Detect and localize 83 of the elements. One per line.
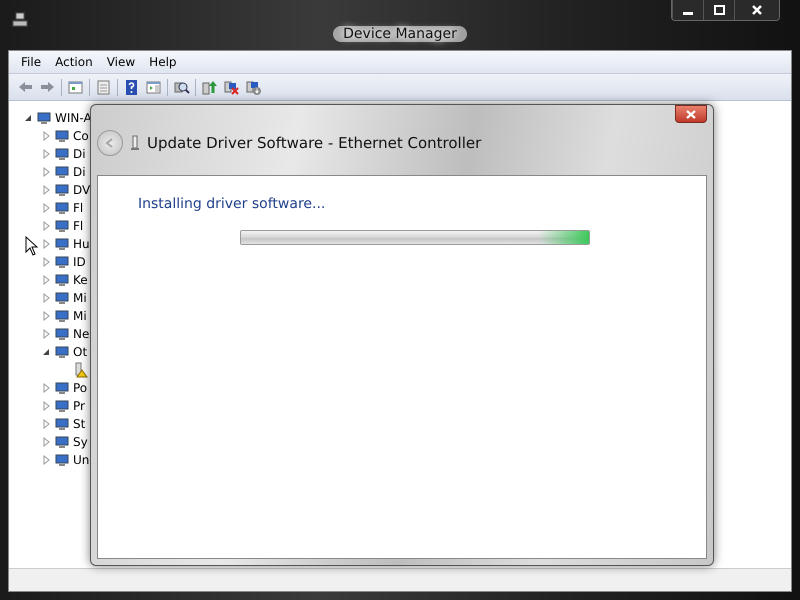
tree-item[interactable]: DV xyxy=(73,183,90,197)
menu-item[interactable]: Help xyxy=(143,54,183,70)
device-icon xyxy=(54,398,70,414)
tree-item[interactable]: St xyxy=(73,417,86,431)
tree-item[interactable]: Di xyxy=(73,147,86,161)
tree-item[interactable]: Co xyxy=(73,129,89,143)
menu-item[interactable]: Action xyxy=(49,54,99,70)
device-icon xyxy=(54,272,70,288)
device-icon xyxy=(54,434,70,450)
computer-icon xyxy=(12,12,28,28)
collapsed-arrow-icon[interactable] xyxy=(41,437,51,447)
tree-item[interactable]: Hu xyxy=(73,237,90,251)
tree-item[interactable]: Ke xyxy=(73,273,88,287)
tree-item[interactable]: Di xyxy=(73,165,86,179)
collapsed-arrow-icon[interactable] xyxy=(41,257,51,267)
tree-item[interactable]: Ot xyxy=(73,345,88,359)
device-icon xyxy=(54,344,70,360)
collapsed-arrow-icon[interactable] xyxy=(41,239,51,249)
expanded-arrow-icon[interactable] xyxy=(23,113,33,123)
device-icon xyxy=(54,452,70,468)
collapsed-arrow-icon[interactable] xyxy=(41,185,51,195)
device-icon xyxy=(54,380,70,396)
tree-item[interactable]: Pr xyxy=(73,399,85,413)
tree-item[interactable]: ID xyxy=(73,255,86,269)
device-icon xyxy=(54,290,70,306)
menu-item[interactable]: File xyxy=(15,54,48,70)
tree-pane-icon[interactable] xyxy=(67,78,84,96)
close-icon xyxy=(752,5,762,15)
tree-item[interactable]: Mi xyxy=(73,309,87,323)
collapsed-arrow-icon[interactable] xyxy=(41,149,51,159)
mouse-cursor-icon xyxy=(25,236,39,256)
collapsed-arrow-icon[interactable] xyxy=(41,419,51,429)
expanded-arrow-icon[interactable] xyxy=(41,347,51,357)
dialog-title: Update Driver Software - Ethernet Controller xyxy=(147,134,482,152)
device-icon xyxy=(36,110,52,126)
maximize-button[interactable] xyxy=(703,0,734,20)
collapsed-arrow-icon[interactable] xyxy=(41,383,51,393)
device-icon xyxy=(54,308,70,324)
back-button[interactable] xyxy=(97,130,123,156)
close-icon xyxy=(686,110,696,118)
menu-item[interactable]: View xyxy=(100,54,142,70)
collapsed-arrow-icon[interactable] xyxy=(41,311,51,321)
disable-icon[interactable] xyxy=(245,78,262,96)
collapsed-arrow-icon[interactable] xyxy=(41,221,51,231)
device-icon xyxy=(54,254,70,270)
collapsed-arrow-icon[interactable] xyxy=(41,329,51,339)
device-icon xyxy=(54,164,70,180)
tree-item[interactable]: Mi xyxy=(73,291,87,305)
status-heading: Installing driver software... xyxy=(138,196,326,212)
dialog-close-button[interactable] xyxy=(675,105,707,123)
tree-item[interactable]: Ne xyxy=(73,327,90,341)
action-pane-icon[interactable] xyxy=(145,78,162,96)
update-icon[interactable] xyxy=(201,78,218,96)
tree-item[interactable]: Fl xyxy=(73,219,84,233)
tree-item[interactable]: WIN-A xyxy=(55,111,92,125)
device-icon xyxy=(54,416,70,432)
properties-icon[interactable] xyxy=(95,78,112,96)
collapsed-arrow-icon[interactable] xyxy=(41,167,51,177)
device-icon xyxy=(54,146,70,162)
minimize-icon xyxy=(683,12,693,15)
collapsed-arrow-icon[interactable] xyxy=(41,275,51,285)
help-icon[interactable] xyxy=(123,78,140,96)
device-icon xyxy=(54,326,70,342)
tree-item[interactable]: Sy xyxy=(73,435,88,449)
tree-item[interactable]: Fl xyxy=(73,201,84,215)
device-icon xyxy=(54,128,70,144)
device-icon xyxy=(54,218,70,234)
device-icon xyxy=(54,182,70,198)
collapsed-arrow-icon[interactable] xyxy=(41,401,51,411)
close-button[interactable] xyxy=(734,0,779,20)
collapsed-arrow-icon[interactable] xyxy=(41,203,51,213)
window-title: Device Manager xyxy=(333,26,467,42)
collapsed-arrow-icon[interactable] xyxy=(41,131,51,141)
collapsed-arrow-icon[interactable] xyxy=(41,455,51,465)
collapsed-arrow-icon[interactable] xyxy=(41,293,51,303)
device-icon xyxy=(54,236,70,252)
tree-item[interactable]: Po xyxy=(73,381,88,395)
network-device-icon xyxy=(131,135,139,151)
maximize-icon xyxy=(714,5,724,15)
tree-item[interactable]: Un xyxy=(73,453,90,467)
device-icon xyxy=(54,200,70,216)
uninstall-icon[interactable] xyxy=(223,78,240,96)
minimize-button[interactable] xyxy=(672,0,703,20)
